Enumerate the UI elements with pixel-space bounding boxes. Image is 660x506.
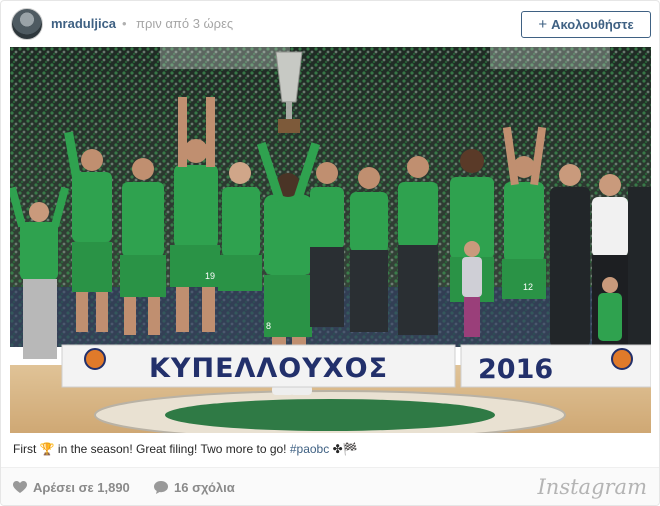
jersey-number-12: 12 <box>523 282 533 292</box>
username-link[interactable]: mraduljica <box>51 16 116 31</box>
comment-bubble-icon <box>154 481 168 494</box>
post-header: mraduljica • πριν από 3 ώρες + Ακολουθήσ… <box>1 1 659 47</box>
avatar[interactable] <box>11 8 43 40</box>
post-caption: First 🏆 in the season! Great filing! Two… <box>13 442 358 456</box>
jersey-number-8: 8 <box>266 321 271 331</box>
post-photo[interactable]: 19 8 12 ΚΥΠΕΛΛΟΥΧΟΣ 2016 <box>10 47 651 433</box>
follow-button[interactable]: + Ακολουθήστε <box>521 11 651 38</box>
comments-text: 16 σχόλια <box>174 480 235 495</box>
heart-icon <box>13 481 27 493</box>
post-timestamp[interactable]: πριν από 3 ώρες <box>136 16 233 31</box>
separator-dot: • <box>122 16 127 31</box>
comments-count[interactable]: 16 σχόλια <box>154 480 235 495</box>
post-footer: Αρέσει σε 1,890 16 σχόλια Instagram <box>1 467 659 505</box>
likes-count[interactable]: Αρέσει σε 1,890 <box>13 480 130 495</box>
instagram-embed-card: mraduljica • πριν από 3 ώρες + Ακολουθήσ… <box>0 0 660 506</box>
caption-emoji: ✤🏁 <box>332 442 358 456</box>
follow-label: Ακολουθήστε <box>551 17 634 32</box>
likes-text: Αρέσει σε 1,890 <box>33 480 130 495</box>
banner-year: 2016 <box>478 354 553 385</box>
banner-text: ΚΥΠΕΛΛΟΥΧΟΣ <box>149 353 388 384</box>
plus-icon: + <box>538 16 548 33</box>
champion-banner: ΚΥΠΕΛΛΟΥΧΟΣ 2016 <box>61 344 651 388</box>
caption-text: First 🏆 in the season! Great filing! Two… <box>13 442 287 456</box>
jersey-number-19: 19 <box>205 271 215 281</box>
instagram-logo[interactable]: Instagram <box>538 475 647 499</box>
hashtag-link[interactable]: #paobc <box>290 442 329 456</box>
